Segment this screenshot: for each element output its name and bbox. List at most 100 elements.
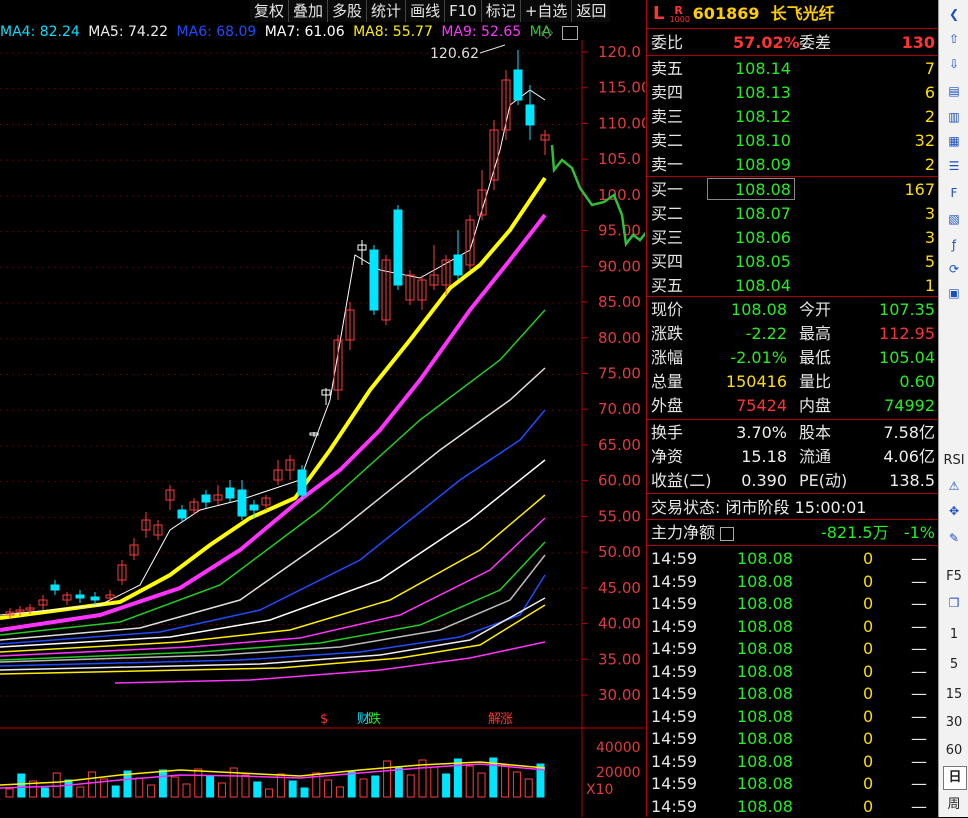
kline-icon[interactable]: ▥ [943, 106, 965, 128]
copy-icon[interactable]: ❐ [943, 592, 965, 614]
bid-row-3[interactable]: 买三 108.06 3 [651, 226, 935, 249]
toolbar-overlay-button[interactable]: 叠加 [289, 0, 329, 22]
stock-prefix: L [653, 3, 665, 24]
finance-row: 净资 15.18 流通 4.06亿 [651, 445, 935, 468]
price-axis-label: 80.00 [598, 329, 641, 347]
ask-row-3[interactable]: 卖三 108.12 2 [651, 105, 935, 128]
bid-row-4[interactable]: 买四 108.05 5 [651, 250, 935, 273]
toolbar-add-watchlist-button[interactable]: +自选 [520, 0, 573, 22]
ask-row-4[interactable]: 卖四 108.13 6 [651, 81, 935, 104]
toolbar-draw-button[interactable]: 画线 [406, 0, 446, 22]
bid-row-2-volume: 3 [924, 204, 935, 223]
finance-value: 0.390 [741, 471, 787, 490]
price-axis-label: 55.00 [598, 507, 641, 525]
toolbar-stats-button[interactable]: 统计 [367, 0, 407, 22]
toolbar-back-button[interactable]: 返回 [572, 0, 611, 22]
side-label-1[interactable]: F5 [943, 566, 965, 588]
candle-body [297, 469, 307, 496]
ask-row-2[interactable]: 卖二 108.10 32 [651, 129, 935, 152]
side-label-6[interactable]: 60 [943, 740, 965, 762]
stock-code: 601869 [692, 4, 760, 23]
volume-bar [217, 782, 226, 798]
bid-row-3-volume: 3 [924, 228, 935, 247]
side-label-2[interactable]: 1 [943, 624, 965, 646]
bid-row-1-volume: 167 [904, 180, 935, 199]
side-label-5[interactable]: 30 [943, 712, 965, 734]
red-box-icon[interactable]: ▣ [943, 282, 965, 304]
ma-curve-14 [0, 89, 546, 616]
alert-icon[interactable]: ⚠ [943, 475, 965, 497]
finance-label: 净资 [651, 447, 684, 466]
bid-row-5[interactable]: 买五 108.04 1 [651, 274, 935, 297]
kline-chart[interactable]: 120.0115.00110.00105.0100.095.0090.0085.… [0, 40, 645, 817]
chart-icon[interactable]: ▤ [943, 80, 965, 102]
volume-bar [347, 771, 356, 798]
volume-bar [111, 785, 120, 798]
tick-volume: 0 [863, 729, 874, 748]
price-axis-label: 85.00 [598, 293, 641, 311]
ma-curve-0 [0, 176, 547, 620]
ask-row-2-price: 108.10 [735, 131, 791, 150]
tick-price: 108.08 [737, 684, 793, 703]
finance-value: 138.5 [889, 471, 935, 490]
volume-bar [335, 786, 344, 798]
toolbar-f10-button[interactable]: F10 [445, 0, 482, 22]
volume-bar [394, 767, 403, 798]
quote-value: 107.35 [879, 300, 935, 319]
f10-icon[interactable]: F [943, 182, 965, 204]
quote-label: 内盘 [799, 396, 832, 415]
tick-price: 108.08 [737, 729, 793, 748]
tick-price: 108.08 [737, 549, 793, 568]
ask-row-5[interactable]: 卖五 108.14 7 [651, 57, 935, 80]
side-label-4[interactable]: 15 [943, 684, 965, 706]
toolbar-fuquan-button[interactable]: 复权 [250, 0, 290, 22]
badge-bottom: 1000 [669, 14, 690, 24]
arrow-down-icon[interactable]: ⇩ [943, 53, 965, 75]
side-label-7[interactable]: 日 [943, 766, 967, 790]
tick-volume: 0 [863, 706, 874, 726]
move-icon[interactable]: ✥ [943, 500, 965, 522]
quote-value: 112.95 [879, 324, 935, 343]
finance-label: 股本 [799, 423, 832, 442]
status-value: 闭市阶段 15:00:01 [725, 498, 867, 517]
volume-bar [430, 766, 439, 798]
tick-direction: — [911, 684, 927, 703]
list-icon[interactable]: ☰ [943, 155, 965, 177]
ask-row-1[interactable]: 卖一 108.09 2 [651, 153, 935, 176]
tick-time: 14:59 [651, 796, 698, 816]
tick-row: 14:59 108.08 0 — [651, 706, 935, 728]
toolbar-mark-button[interactable]: 标记 [481, 0, 521, 22]
fx-icon[interactable]: ƒ [943, 234, 965, 256]
volume-bar [17, 773, 26, 798]
bid-row-3-label: 买三 [651, 228, 684, 247]
tick-row: 14:59 108.08 0 — [651, 638, 935, 660]
tick-row: 14:59 108.08 0 — [651, 728, 935, 750]
grid-icon[interactable]: ▦ [943, 130, 965, 152]
side-label-8[interactable]: 周 [943, 794, 965, 816]
refresh-icon[interactable]: ⟳ [943, 258, 965, 280]
volume-bar [194, 768, 203, 798]
tick-volume: 0 [863, 571, 874, 591]
quote-label: 总量 [651, 372, 684, 391]
quote-label: 今开 [799, 300, 832, 319]
candle-body [453, 254, 463, 276]
quote-value: -2.01% [730, 348, 787, 367]
candle-body [237, 489, 247, 517]
window-icon[interactable] [562, 26, 578, 40]
arrow-up-icon[interactable]: ⇧ [943, 28, 965, 50]
side-label-3[interactable]: 5 [943, 654, 965, 676]
chevron-left-icon[interactable]: ❮ [943, 3, 965, 25]
toolbar-multistock-button[interactable]: 多股 [328, 0, 368, 22]
side-label-0[interactable]: RSI [943, 450, 965, 472]
volume-bar [158, 769, 167, 798]
status-row: 交易状态: 闭市阶段 15:00:01 [651, 496, 935, 519]
tick-volume: 0 [863, 751, 874, 771]
chart2-icon[interactable]: ▧ [943, 208, 965, 230]
bid-row-2[interactable]: 买二 108.07 3 [651, 202, 935, 225]
menu-icon[interactable] [720, 526, 735, 541]
pencil-icon[interactable]: ✎ [943, 527, 965, 549]
bid-row-3-price: 108.06 [735, 228, 791, 247]
ask-row-5-price: 108.14 [735, 59, 791, 78]
volume-bar [76, 786, 85, 798]
volume-bar [383, 760, 392, 798]
